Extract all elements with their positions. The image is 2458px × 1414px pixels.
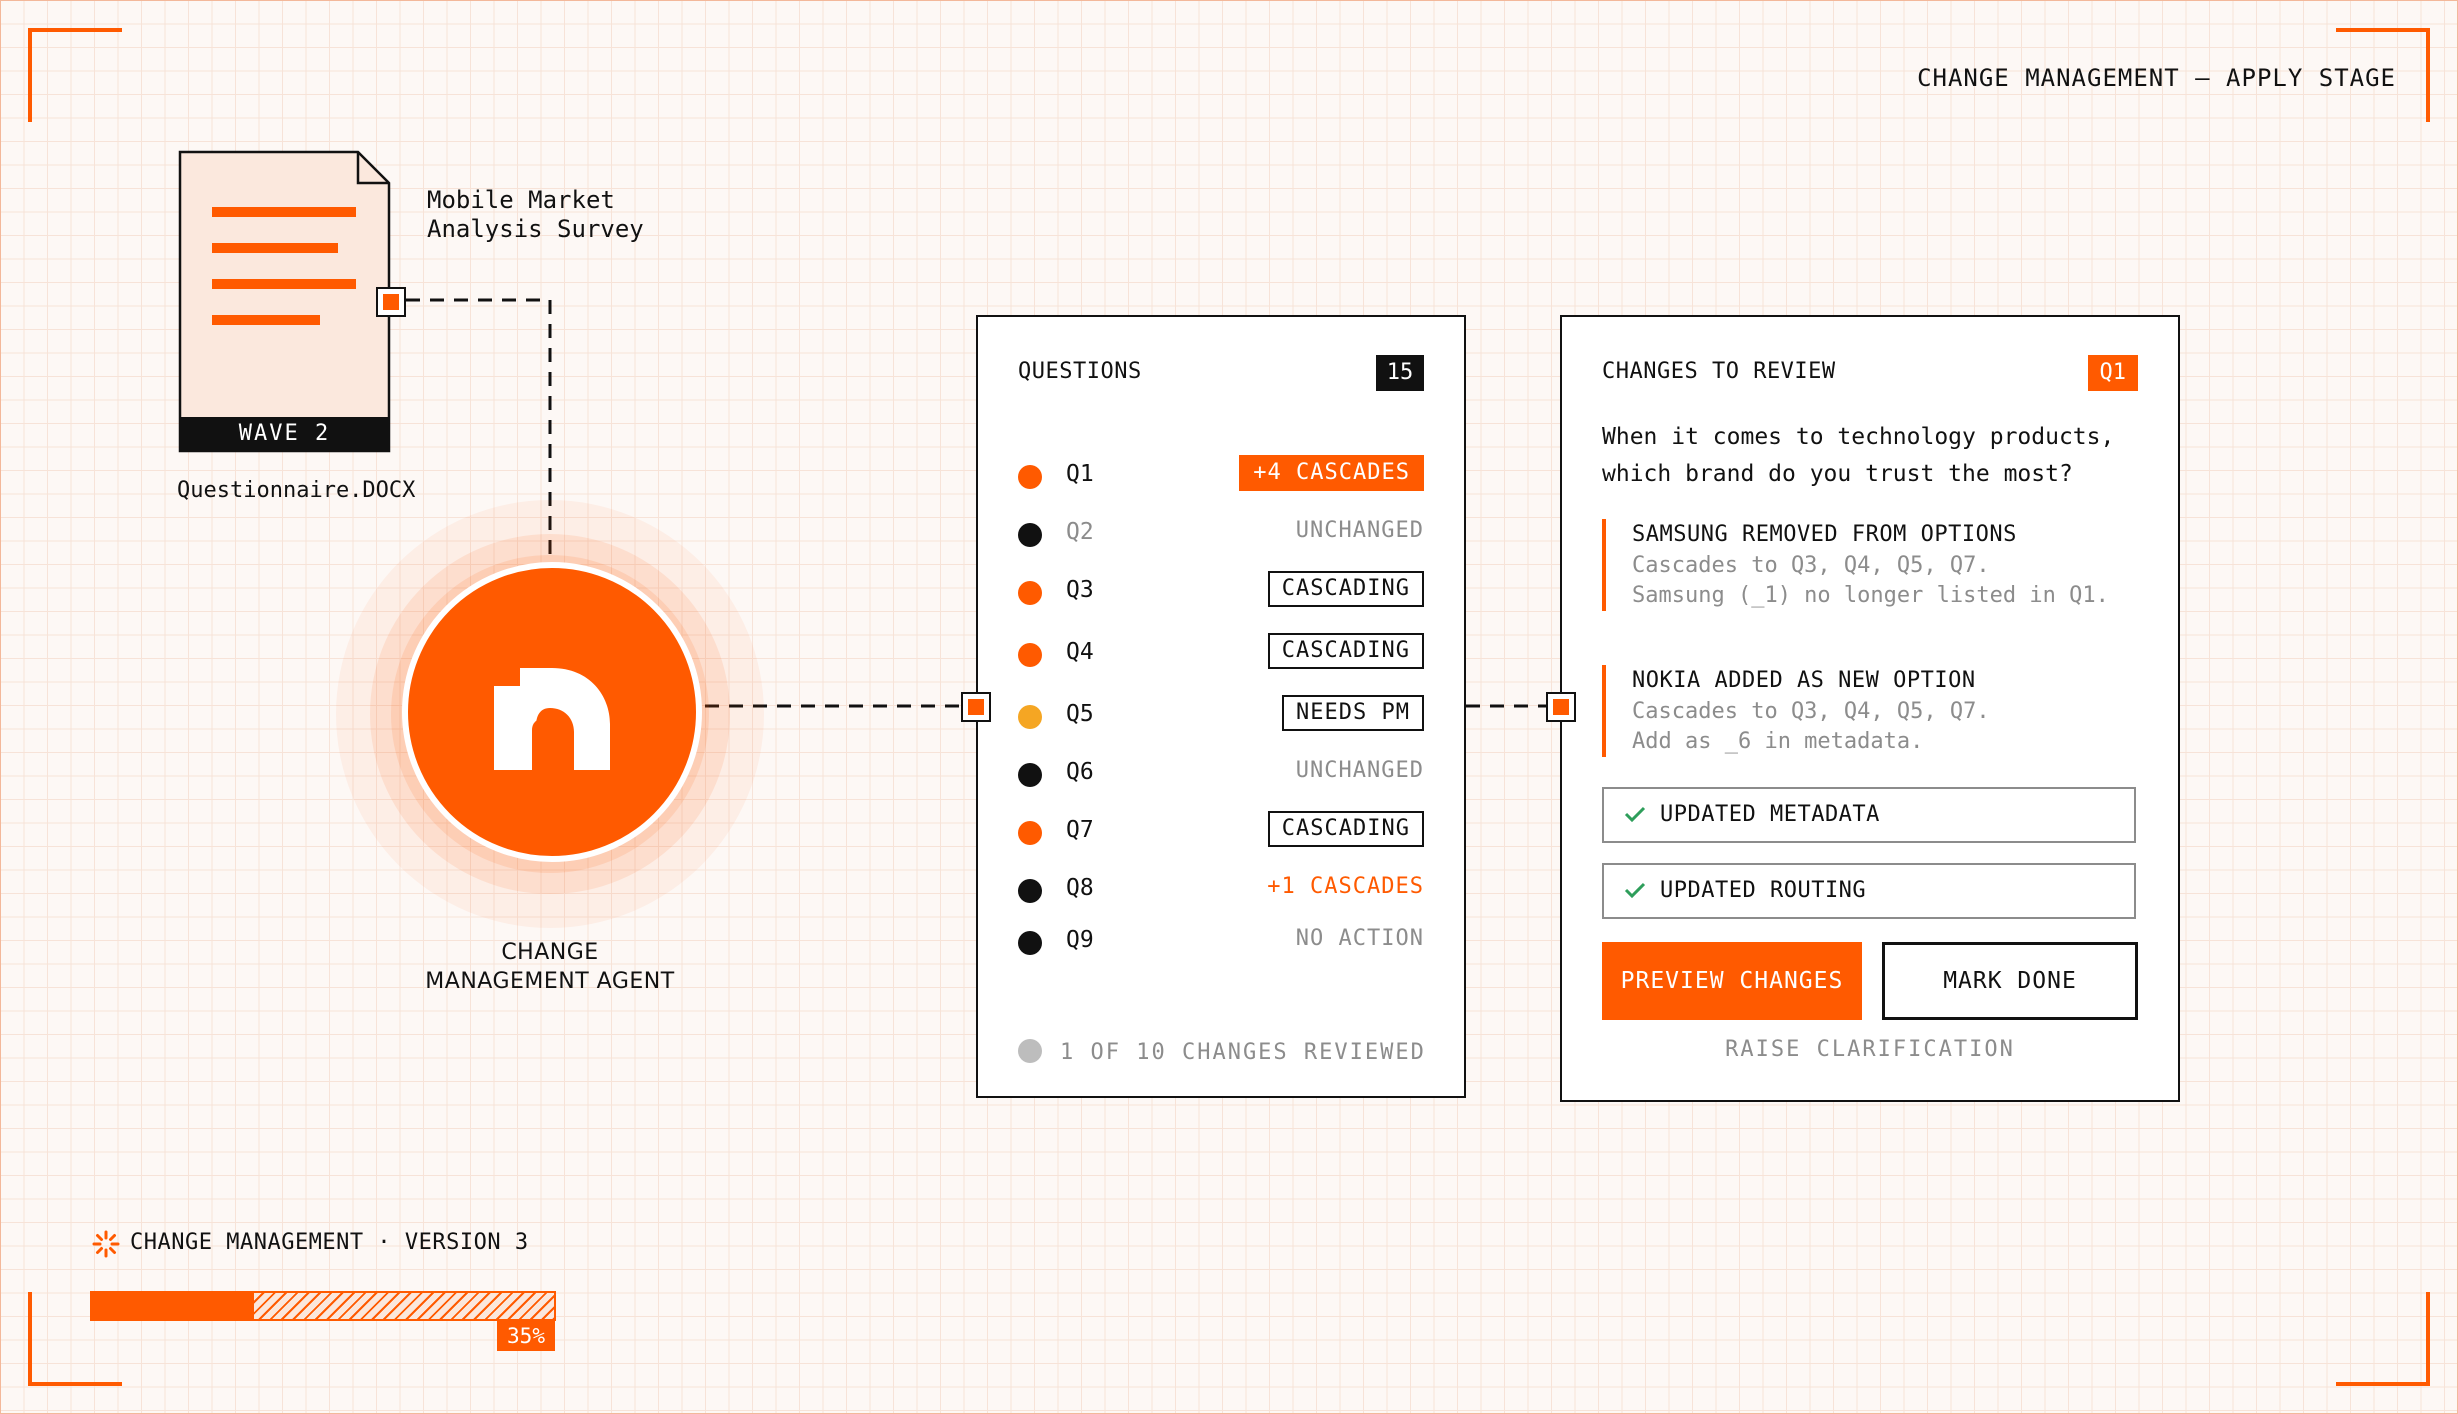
question-status: +4 CASCADES: [1239, 455, 1424, 491]
review-progress-text: 1 OF 10 CHANGES REVIEWED: [1018, 1039, 1426, 1065]
version-label: CHANGE MANAGEMENT · VERSION 3: [130, 1230, 529, 1255]
question-badge: Q1: [2087, 355, 2138, 391]
question-status: UNCHANGED: [1295, 518, 1424, 543]
changes-review-panel: CHANGES TO REVIEW Q1 When it comes to te…: [1560, 315, 2180, 1102]
check-label: UPDATED METADATA: [1660, 802, 1880, 827]
check-icon: [1624, 806, 1646, 823]
question-id: Q2: [1066, 519, 1094, 545]
progress-fill: [92, 1293, 254, 1319]
question-row-q2[interactable]: Q2 UNCHANGED: [978, 513, 1464, 553]
status-dot: [1018, 931, 1042, 955]
status-dot: [1018, 821, 1042, 845]
question-id: Q1: [1066, 461, 1094, 487]
question-row-q8[interactable]: Q8 +1 CASCADES: [978, 869, 1464, 909]
document-title: Mobile Market Analysis Survey: [427, 186, 644, 243]
question-row-q1[interactable]: Q1 +4 CASCADES: [978, 455, 1464, 495]
question-status: CASCADING: [1267, 811, 1424, 847]
status-dot: [1018, 581, 1042, 605]
questions-count-badge: 15: [1376, 355, 1424, 391]
status-dot: [1018, 763, 1042, 787]
progress-dot: [1018, 1039, 1042, 1063]
change-heading: NOKIA ADDED AS NEW OPTION: [1632, 668, 1976, 693]
updated-routing-checkbox[interactable]: UPDATED ROUTING: [1602, 863, 2136, 919]
status-dot: [1018, 705, 1042, 729]
review-title: CHANGES TO REVIEW: [1602, 359, 1836, 384]
change-item: NOKIA ADDED AS NEW OPTION Cascades to Q3…: [1602, 665, 2142, 757]
questions-title: QUESTIONS: [1018, 359, 1142, 384]
document-filename: Questionnaire.DOCX: [177, 478, 416, 503]
question-id: Q7: [1066, 817, 1094, 843]
change-detail: Cascades to Q3, Q4, Q5, Q7.: [1632, 699, 1990, 724]
question-id: Q9: [1066, 927, 1094, 953]
change-detail: Cascades to Q3, Q4, Q5, Q7.: [1632, 553, 1990, 578]
question-row-q5[interactable]: Q5 NEEDS PM: [978, 695, 1464, 735]
status-dot: [1018, 523, 1042, 547]
check-label: UPDATED ROUTING: [1660, 878, 1867, 903]
question-text: When it comes to technology products, wh…: [1602, 424, 2115, 487]
review-connector-port[interactable]: [1546, 692, 1576, 722]
status-dot: [1018, 879, 1042, 903]
agent-button[interactable]: [402, 562, 702, 862]
status-dot: [1018, 643, 1042, 667]
question-row-q3[interactable]: Q3 CASCADING: [978, 571, 1464, 611]
doc-text-line: [212, 243, 338, 253]
agent-name: CHANGE MANAGEMENT AGENT: [425, 940, 675, 994]
change-detail: Add as _6 in metadata.: [1632, 729, 1924, 754]
question-row-q7[interactable]: Q7 CASCADING: [978, 811, 1464, 851]
change-item: SAMSUNG REMOVED FROM OPTIONS Cascades to…: [1602, 519, 2142, 611]
status-dot: [1018, 465, 1042, 489]
question-row-q9[interactable]: Q9 NO ACTION: [978, 921, 1464, 961]
mark-done-button[interactable]: MARK DONE: [1882, 942, 2138, 1020]
questions-panel: QUESTIONS 15 Q1 +4 CASCADES Q2 UNCHANGED Q3 C…: [976, 315, 1466, 1098]
document-icon: [178, 150, 391, 453]
question-id: Q4: [1066, 639, 1094, 665]
question-id: Q3: [1066, 577, 1094, 603]
review-progress-label: 1 OF 10 CHANGES REVIEWED: [1060, 1040, 1426, 1065]
agent-logo-icon: [494, 668, 610, 770]
question-id: Q8: [1066, 875, 1094, 901]
wave-label: WAVE 2: [180, 417, 389, 451]
question-status: CASCADING: [1267, 633, 1424, 669]
document-connector-port[interactable]: [376, 287, 406, 317]
progress-bar: [90, 1291, 556, 1321]
questionnaire-document[interactable]: WAVE 2: [178, 150, 391, 453]
doc-text-line: [212, 315, 320, 325]
check-icon: [1624, 882, 1646, 899]
preview-changes-button[interactable]: PREVIEW CHANGES: [1602, 942, 1862, 1020]
question-row-q4[interactable]: Q4 CASCADING: [978, 633, 1464, 673]
questions-connector-port[interactable]: [961, 692, 991, 722]
doc-text-line: [212, 207, 356, 217]
raise-clarification-link[interactable]: RAISE CLARIFICATION: [1562, 1037, 2178, 1062]
question-status: CASCADING: [1267, 571, 1424, 607]
doc-text-line: [212, 279, 356, 289]
question-status: NEEDS PM: [1282, 695, 1424, 731]
progress-percent: 35%: [497, 1321, 555, 1351]
sparkle-icon: [92, 1230, 120, 1258]
question-status: NO ACTION: [1295, 926, 1424, 951]
question-row-q6[interactable]: Q6 UNCHANGED: [978, 753, 1464, 793]
question-id: Q6: [1066, 759, 1094, 785]
change-detail: Samsung (_1) no longer listed in Q1.: [1632, 583, 2109, 608]
updated-metadata-checkbox[interactable]: UPDATED METADATA: [1602, 787, 2136, 843]
question-status: UNCHANGED: [1295, 758, 1424, 783]
question-status: +1 CASCADES: [1267, 874, 1424, 899]
question-id: Q5: [1066, 701, 1094, 727]
change-heading: SAMSUNG REMOVED FROM OPTIONS: [1632, 522, 2017, 547]
